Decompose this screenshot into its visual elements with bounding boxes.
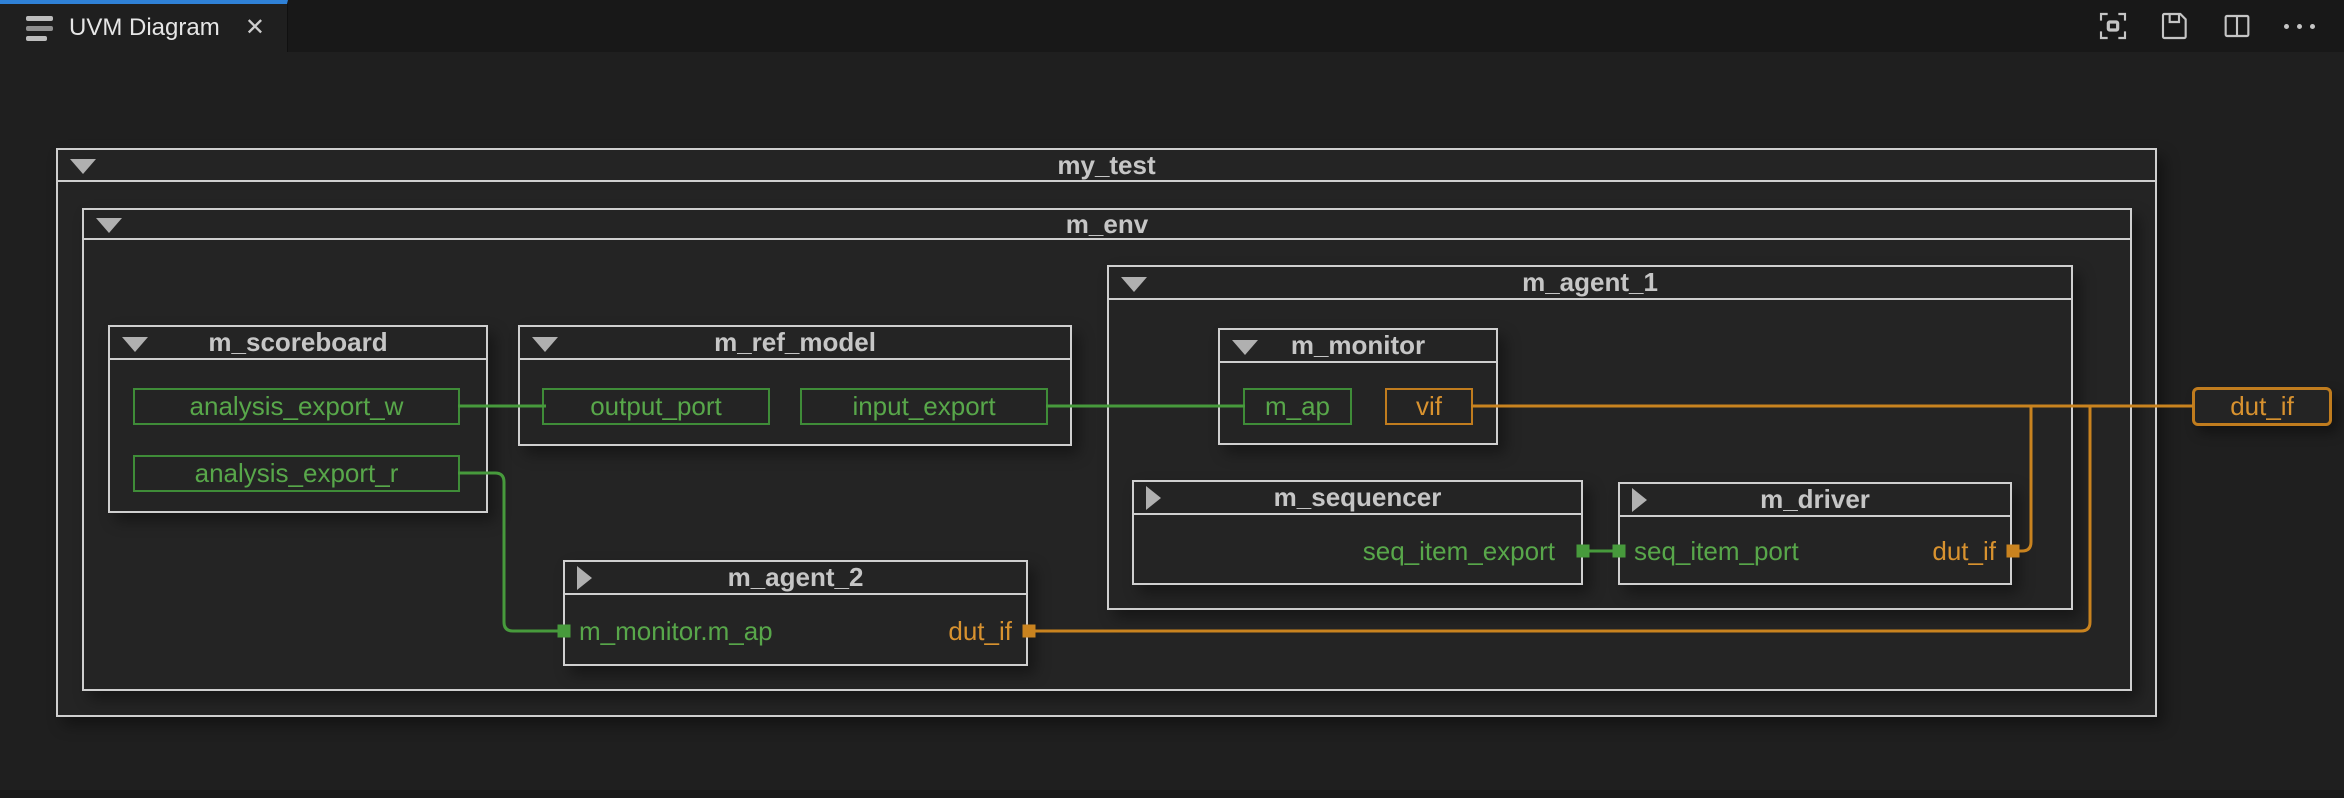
port-label: input_export bbox=[852, 391, 996, 421]
block-title: m_scoreboard bbox=[208, 327, 388, 357]
block-m-monitor[interactable]: m_monitor bbox=[1218, 328, 1498, 445]
block-m-scoreboard-header[interactable]: m_scoreboard bbox=[110, 327, 486, 360]
tab-title: UVM Diagram bbox=[69, 14, 220, 41]
port-label-seq-item-port[interactable]: seq_item_port bbox=[1634, 536, 1799, 567]
port-analysis-export-r[interactable]: analysis_export_r bbox=[133, 455, 460, 492]
collapse-down-icon[interactable] bbox=[532, 336, 558, 352]
collapse-right-icon[interactable] bbox=[1146, 485, 1161, 510]
bottom-scrollbar-track[interactable] bbox=[0, 790, 2344, 798]
m-agent-2-port-row: m_monitor.m_ap dut_if bbox=[579, 612, 1012, 650]
editor-window: UVM Diagram ✕ my_test m_env m_scoreboard… bbox=[0, 0, 2344, 798]
split-editor-icon bbox=[2224, 14, 2250, 38]
block-title: m_ref_model bbox=[714, 327, 876, 357]
m-driver-port-row: seq_item_port dut_if bbox=[1634, 532, 1996, 570]
port-label: analysis_export_w bbox=[189, 391, 404, 421]
split-editor-button[interactable] bbox=[2218, 7, 2256, 45]
block-title: m_agent_2 bbox=[727, 562, 864, 592]
ellipsis-icon bbox=[2283, 23, 2315, 29]
port-label: analysis_export_r bbox=[194, 458, 399, 488]
block-m-sequencer-header[interactable]: m_sequencer bbox=[1134, 482, 1581, 515]
diagram-canvas[interactable]: my_test m_env m_scoreboard analysis_expo… bbox=[0, 52, 2344, 792]
fit-to-screen-button[interactable] bbox=[2094, 7, 2132, 45]
block-title: m_agent_1 bbox=[1522, 267, 1658, 297]
block-m-agent-1-header[interactable]: m_agent_1 bbox=[1109, 267, 2071, 300]
port-label: vif bbox=[1416, 391, 1442, 421]
fit-screen-icon bbox=[2099, 12, 2127, 40]
port-label-dut-if[interactable]: dut_if bbox=[948, 616, 1012, 647]
block-title: m_env bbox=[1065, 208, 1149, 239]
port-vif[interactable]: vif bbox=[1385, 388, 1473, 425]
block-title: m_driver bbox=[1760, 484, 1870, 514]
block-m-driver-header[interactable]: m_driver bbox=[1620, 484, 2010, 517]
collapse-down-icon[interactable] bbox=[122, 336, 148, 352]
collapse-right-icon[interactable] bbox=[1632, 487, 1647, 512]
port-label: output_port bbox=[590, 391, 722, 421]
block-title: m_monitor bbox=[1290, 330, 1426, 360]
port-output-port[interactable]: output_port bbox=[542, 388, 770, 425]
block-title: my_test bbox=[1057, 149, 1156, 180]
external-dut-if-box[interactable]: dut_if bbox=[2192, 387, 2332, 426]
collapse-right-icon[interactable] bbox=[577, 565, 592, 590]
collapse-down-icon[interactable] bbox=[70, 159, 96, 174]
block-m-ref-model-header[interactable]: m_ref_model bbox=[520, 327, 1070, 360]
port-label-m-monitor-m-ap[interactable]: m_monitor.m_ap bbox=[579, 616, 773, 647]
block-m-monitor-header[interactable]: m_monitor bbox=[1220, 330, 1496, 363]
external-dut-if-label: dut_if bbox=[2230, 391, 2294, 421]
port-label-dut-if[interactable]: dut_if bbox=[1932, 536, 1996, 567]
port-label-seq-item-export[interactable]: seq_item_export bbox=[1363, 536, 1555, 567]
collapse-down-icon[interactable] bbox=[96, 218, 122, 233]
collapse-down-icon[interactable] bbox=[1232, 339, 1258, 355]
port-label: m_ap bbox=[1264, 391, 1331, 421]
collapse-down-icon[interactable] bbox=[1121, 276, 1147, 292]
diagram-file-icon bbox=[26, 15, 53, 41]
m-sequencer-port-row: seq_item_export bbox=[1146, 532, 1555, 570]
port-input-export[interactable]: input_export bbox=[800, 388, 1048, 425]
block-title: m_sequencer bbox=[1273, 482, 1442, 512]
tab-uvm-diagram[interactable]: UVM Diagram ✕ bbox=[0, 0, 288, 52]
save-icon bbox=[2161, 12, 2187, 40]
port-analysis-export-w[interactable]: analysis_export_w bbox=[133, 388, 460, 425]
close-icon[interactable]: ✕ bbox=[241, 14, 269, 42]
block-my-test-header[interactable]: my_test bbox=[58, 150, 2155, 182]
port-m-ap[interactable]: m_ap bbox=[1243, 388, 1352, 425]
more-actions-button[interactable] bbox=[2280, 7, 2318, 45]
block-m-agent-2-header[interactable]: m_agent_2 bbox=[565, 562, 1026, 595]
tab-bar: UVM Diagram ✕ bbox=[0, 0, 2344, 52]
editor-actions bbox=[2094, 0, 2318, 52]
block-m-env-header[interactable]: m_env bbox=[84, 208, 2130, 240]
block-m-ref-model[interactable]: m_ref_model bbox=[518, 325, 1072, 446]
save-button[interactable] bbox=[2156, 7, 2194, 45]
